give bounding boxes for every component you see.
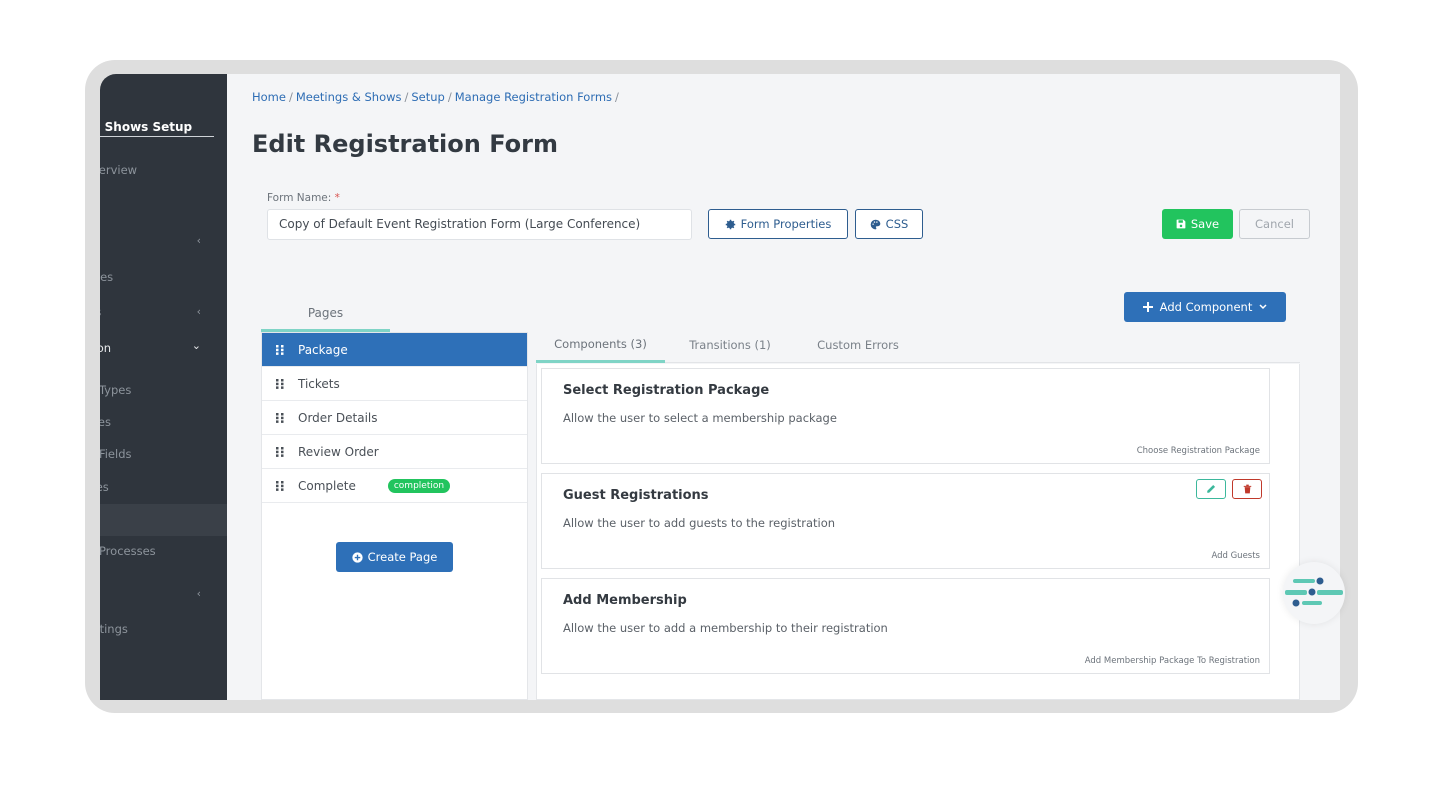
main-content: Home / Meetings & Shows / Setup / Manage Regis… <box>227 74 1340 700</box>
chevron-left-icon[interactable]: ‹ <box>197 305 201 318</box>
grip-icon[interactable] <box>262 344 298 355</box>
breadcrumb-separator: / <box>404 90 409 104</box>
component-description: Allow the user to select a membership pa… <box>563 411 837 425</box>
gear-icon <box>725 219 735 229</box>
assistant-widget-icon[interactable] <box>1283 562 1345 624</box>
component-card[interactable]: Select Registration Package Allow the us… <box>541 368 1270 464</box>
cancel-button[interactable]: Cancel <box>1239 209 1310 239</box>
page-item-package[interactable]: Package <box>262 333 527 367</box>
completion-badge: completion <box>387 478 451 493</box>
sidebar-subitem-types[interactable]: n Types <box>100 383 131 397</box>
chevron-down-icon[interactable]: ⌄ <box>192 339 201 352</box>
form-name-input[interactable]: Copy of Default Event Registration Form … <box>267 209 692 240</box>
chevron-down-icon <box>1259 304 1267 310</box>
save-label: Save <box>1190 217 1220 231</box>
create-page-button[interactable]: Create Page <box>336 542 453 572</box>
tab-components[interactable]: Components (3) <box>536 327 665 363</box>
page-item-order-details[interactable]: Order Details <box>262 401 527 435</box>
component-card[interactable]: Guest Registrations Allow the user to ad… <box>541 473 1270 569</box>
sidebar-item-5[interactable]: ns <box>100 305 101 319</box>
page-item-label: Complete <box>298 478 356 493</box>
breadcrumb-separator: / <box>288 90 293 104</box>
create-page-label: Create Page <box>367 550 438 564</box>
breadcrumb: Home / Meetings & Shows / Setup / Manage Regis… <box>252 90 622 104</box>
grip-icon[interactable] <box>262 378 298 389</box>
add-component-button[interactable]: Add Component <box>1124 292 1286 322</box>
page-title: Edit Registration Form <box>252 130 558 158</box>
components-area: Select Registration Package Allow the us… <box>536 364 1300 700</box>
page-item-tickets[interactable]: Tickets <box>262 367 527 401</box>
page-item-label: Package <box>298 342 348 357</box>
tab-transitions[interactable]: Transitions (1) <box>671 327 789 363</box>
component-type: Choose Registration Package <box>1136 446 1260 456</box>
chevron-left-icon[interactable]: ‹ <box>197 587 201 600</box>
form-name-label: Form Name: * <box>267 192 340 204</box>
form-properties-button[interactable]: Form Properties <box>708 209 848 239</box>
save-icon <box>1176 219 1186 229</box>
form-properties-label: Form Properties <box>740 217 832 231</box>
breadcrumb-home[interactable]: Home <box>252 90 286 104</box>
page-item-label: Tickets <box>298 376 340 391</box>
chevron-left-icon[interactable]: ‹ <box>197 234 201 247</box>
tab-custom-errors[interactable]: Custom Errors <box>799 327 917 363</box>
plus-icon <box>1142 302 1153 312</box>
page-item-complete[interactable]: Complete completion <box>262 469 527 503</box>
delete-component-button[interactable] <box>1232 479 1262 499</box>
component-title: Add Membership <box>563 593 687 608</box>
sidebar: & Shows Setup verview s rs ‹ ypes ns ‹ a… <box>100 74 227 700</box>
sidebar-item-registration[interactable]: ation <box>100 341 111 355</box>
css-label: CSS <box>885 217 909 231</box>
pages-list: Package Tickets Order Details Review Ord… <box>261 332 528 700</box>
component-title: Select Registration Package <box>563 383 770 398</box>
component-description: Allow the user to add guests to the regi… <box>563 516 836 530</box>
pencil-icon <box>1207 484 1216 493</box>
grip-icon[interactable] <box>262 446 298 457</box>
breadcrumb-manage-forms[interactable]: Manage Registration Forms <box>455 90 612 104</box>
component-title: Guest Registrations <box>563 488 709 503</box>
page-item-review-order[interactable]: Review Order <box>262 435 527 469</box>
breadcrumb-setup[interactable]: Setup <box>411 90 444 104</box>
css-button[interactable]: CSS <box>855 209 923 239</box>
sidebar-item-4[interactable]: ypes <box>100 270 113 284</box>
breadcrumb-meetings-shows[interactable]: Meetings & Shows <box>296 90 402 104</box>
breadcrumb-separator: / <box>447 90 452 104</box>
sidebar-item-settings[interactable]: ettings <box>100 622 128 636</box>
app-screen: & Shows Setup verview s rs ‹ ypes ns ‹ a… <box>100 74 1340 700</box>
sidebar-title-underline <box>100 136 214 137</box>
form-name-label-text: Form Name: <box>267 192 332 204</box>
page-item-label: Review Order <box>298 444 379 459</box>
component-description: Allow the user to add a membership to th… <box>563 621 888 635</box>
sidebar-subitem-fields[interactable]: n Fields <box>100 447 131 461</box>
component-tabs: Components (3) Transitions (1) Custom Er… <box>536 327 1300 363</box>
save-button[interactable]: Save <box>1162 209 1233 239</box>
plus-circle-icon <box>351 551 363 563</box>
required-mark: * <box>334 192 340 204</box>
grip-icon[interactable] <box>262 412 298 423</box>
sidebar-active-highlight <box>100 504 227 536</box>
grip-icon[interactable] <box>262 480 298 491</box>
palette-icon <box>870 219 880 229</box>
breadcrumb-separator: / <box>615 90 619 104</box>
sidebar-subitem-categories[interactable]: ries <box>100 415 111 429</box>
sidebar-subitem-templates[interactable]: ites <box>100 480 109 494</box>
tab-pages[interactable]: Pages <box>261 296 390 332</box>
component-type: Add Guests <box>1211 551 1260 561</box>
sidebar-subitem-processes[interactable]: n Processes <box>100 544 156 558</box>
trash-icon <box>1243 484 1251 494</box>
component-card[interactable]: Add Membership Allow the user to add a m… <box>541 578 1270 674</box>
sidebar-item-overview[interactable]: verview <box>100 163 137 177</box>
sidebar-title: & Shows Setup <box>100 120 193 134</box>
component-type: Add Membership Package To Registration <box>1084 656 1260 666</box>
edit-component-button[interactable] <box>1196 479 1226 499</box>
add-component-label: Add Component <box>1159 300 1253 314</box>
page-item-label: Order Details <box>298 410 378 425</box>
